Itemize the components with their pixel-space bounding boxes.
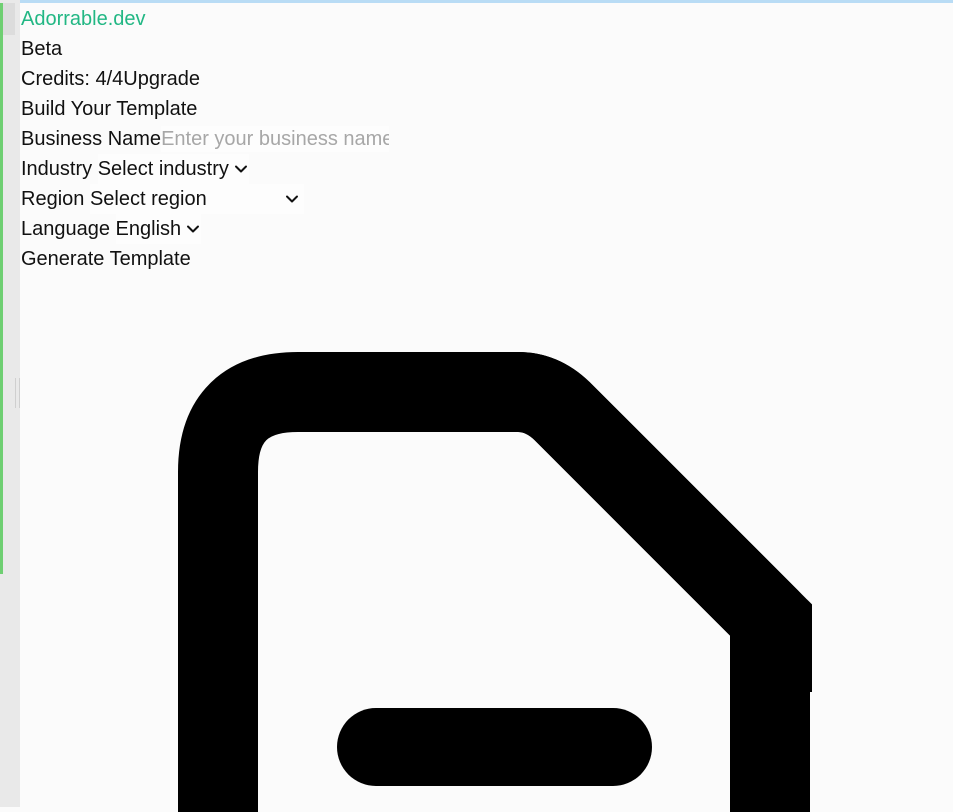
business-name-input[interactable] (161, 126, 390, 152)
main-content: Adorrable.dev Beta Credits: 4/4 Upgrade B… (21, 4, 390, 274)
top-progress-bar (0, 0, 953, 3)
business-name-row: Business Name (21, 124, 390, 154)
gutter-handle[interactable] (3, 3, 15, 35)
form-title: Build Your Template (21, 98, 198, 120)
region-row: Region Select region (21, 184, 389, 214)
region-select-value: Select region (89, 188, 207, 210)
industry-select-value: Select industry (97, 158, 229, 180)
file-minus-icon (178, 352, 812, 812)
language-select-value: English (115, 218, 182, 240)
industry-row: Industry Select industry (21, 154, 389, 184)
region-select[interactable]: Select region (89, 184, 304, 214)
resize-grip[interactable] (15, 378, 20, 408)
credits-row: Credits: 4/4 Upgrade (21, 64, 389, 94)
business-name-label: Business Name (21, 128, 162, 150)
brand-link[interactable]: Adorrable.dev (21, 4, 146, 34)
chevron-down-icon (234, 165, 247, 173)
chevron-down-icon (187, 225, 200, 233)
language-label: Language (21, 218, 110, 240)
industry-select[interactable]: Select industry (97, 154, 249, 184)
language-row: Language English (21, 214, 389, 244)
upgrade-button[interactable]: Upgrade (123, 64, 200, 94)
generate-template-button[interactable]: Generate Template (21, 244, 191, 274)
credits-text: Credits: 4/4 (21, 68, 124, 90)
language-select[interactable]: English (115, 214, 202, 244)
chevron-down-icon (285, 195, 298, 203)
region-label: Region (21, 188, 85, 210)
beta-badge: Beta (21, 38, 63, 60)
industry-label: Industry (21, 158, 93, 180)
left-accent-bar (0, 3, 3, 574)
